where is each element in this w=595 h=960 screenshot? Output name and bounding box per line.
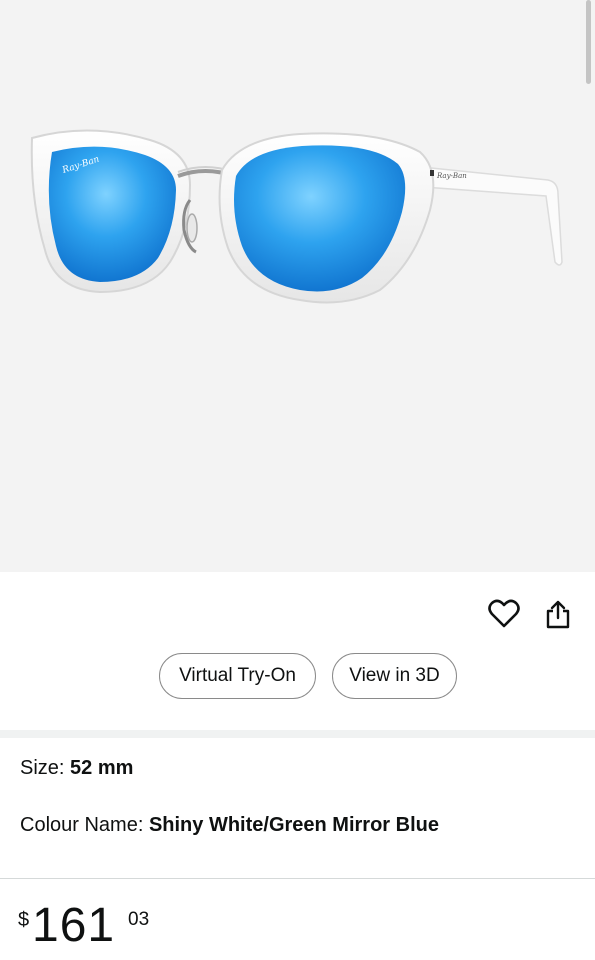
price-currency-symbol: $ [18,909,30,931]
svg-text:Ray-Ban: Ray-Ban [436,172,467,180]
size-attribute: Size: 52 mm [20,757,133,780]
product-actions: Virtual Try-On View in 3D [0,572,595,730]
virtual-try-on-button[interactable]: Virtual Try-On [159,653,316,699]
product-image[interactable]: Ray-Ban Ray-Ban [0,0,595,572]
price-fraction: 03 [128,909,150,930]
view-in-3d-button[interactable]: View in 3D [332,653,457,699]
colour-label: Colour Name: [20,814,149,836]
scrollbar[interactable] [586,0,591,84]
share-icon [546,600,570,629]
product-page: Ray-Ban Ray-Ban Virtual Try-On View in 3… [0,0,595,960]
section-divider [0,730,595,738]
colour-value: Shiny White/Green Mirror Blue [148,814,439,836]
wishlist-button[interactable] [484,594,524,634]
share-button[interactable] [538,594,578,634]
size-value: 52 mm [70,757,134,779]
heart-icon [488,599,520,628]
price-divider [0,878,595,879]
size-label: Size: [20,757,71,779]
price-whole: 161 [32,899,116,952]
colour-attribute: Colour Name: Shiny White/Green Mirror Bl… [20,814,439,837]
product-image-area[interactable]: Ray-Ban Ray-Ban [0,0,595,572]
